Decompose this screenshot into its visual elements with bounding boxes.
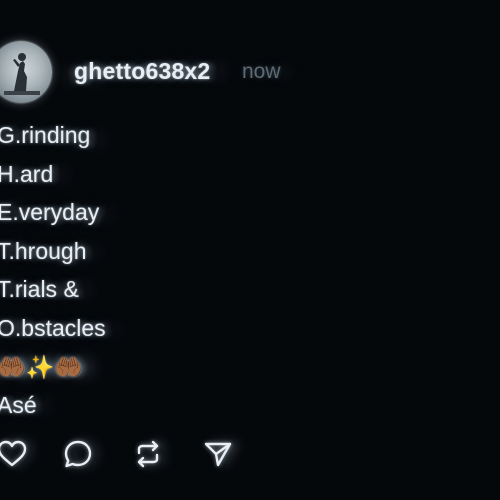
post-screen: ghetto638x2 now G.rinding H.ard E.veryda…: [0, 0, 500, 500]
post-line: G.rinding: [0, 122, 91, 148]
comment-bubble-icon: [64, 440, 92, 468]
avatar-figure-icon: [4, 53, 40, 95]
post-line: Asé: [0, 392, 37, 419]
avatar[interactable]: [0, 41, 52, 103]
post-line-emoji: 🤲🏾✨🤲🏾: [0, 353, 83, 380]
timestamp: now: [242, 60, 281, 83]
post-body: G.rinding H.ard E.veryday T.hrough T.ria…: [0, 118, 106, 427]
heart-icon: [0, 440, 27, 467]
repost-icon: [137, 440, 159, 468]
post-line: E.veryday: [0, 199, 100, 226]
username[interactable]: ghetto638x2: [74, 58, 210, 85]
post-line: T.rials &: [0, 276, 79, 303]
post-line: H.ard: [0, 160, 54, 187]
post-actions: [0, 438, 256, 472]
reply-button[interactable]: [62, 438, 94, 470]
like-button[interactable]: [0, 438, 28, 470]
share-button[interactable]: [202, 438, 234, 470]
post-line: T.hrough: [0, 237, 87, 264]
post-line: O.bstacles: [0, 314, 106, 341]
send-icon: [204, 442, 232, 467]
repost-button[interactable]: [132, 438, 164, 470]
